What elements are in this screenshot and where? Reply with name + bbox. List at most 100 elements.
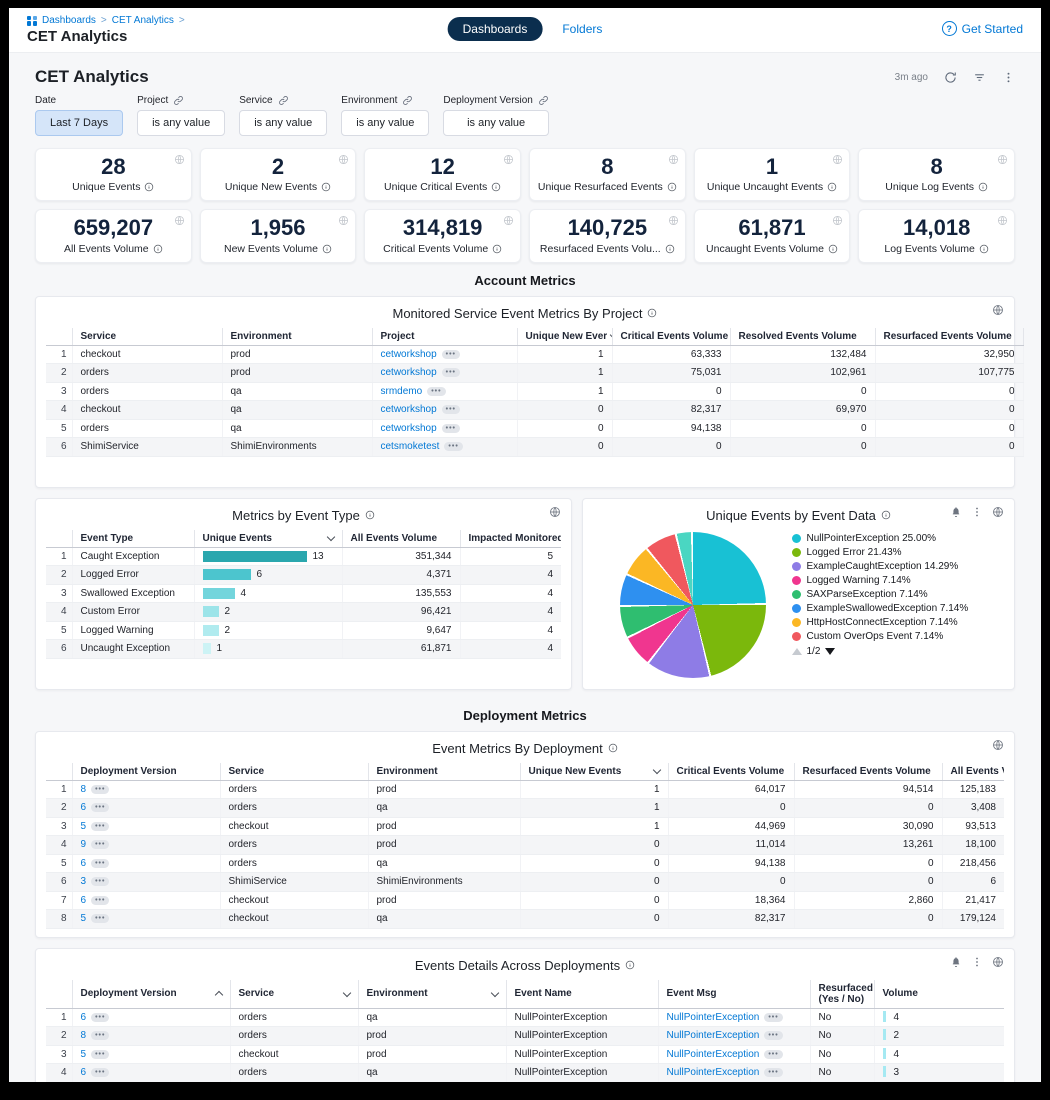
version-link[interactable]: 6 [81,1012,87,1023]
column-header[interactable]: All Events Volume [942,763,1004,781]
info-icon[interactable] [881,510,891,520]
column-header[interactable]: Deployment Version [72,980,230,1009]
ellipsis-badge[interactable]: ••• [442,350,460,359]
get-started-link[interactable]: ? Get Started [942,21,1023,36]
globe-icon[interactable] [668,154,679,165]
cell-link[interactable]: NullPointerException [667,1030,760,1041]
filter-value-service[interactable]: is any value [239,110,327,136]
ellipsis-badge[interactable]: ••• [91,896,109,905]
filter-value-deployment-version[interactable]: is any value [443,110,549,136]
globe-icon[interactable] [992,956,1004,968]
ellipsis-badge[interactable]: ••• [91,1068,109,1077]
globe-icon[interactable] [832,215,843,226]
info-icon[interactable] [625,960,635,970]
version-link[interactable]: 6 [81,1067,87,1078]
column-header[interactable]: Resurfaced Events Volume [875,328,1023,346]
globe-icon[interactable] [832,154,843,165]
globe-icon[interactable] [338,215,349,226]
cell-link[interactable]: cetworkshop [381,367,437,378]
column-header[interactable]: Deployment Version [72,763,220,781]
kebab-menu-icon[interactable] [971,506,983,518]
ellipsis-badge[interactable]: ••• [91,785,109,794]
breadcrumb-link[interactable]: CET Analytics [112,15,174,26]
column-header[interactable]: Event Type [72,530,194,548]
version-link[interactable]: 5 [81,913,87,924]
column-header[interactable]: Impacted Monitored Services [460,530,561,548]
ellipsis-badge[interactable]: ••• [442,368,460,377]
globe-icon[interactable] [668,215,679,226]
info-icon[interactable] [492,244,502,254]
version-link[interactable]: 6 [81,802,87,813]
breadcrumb-link[interactable]: Dashboards [42,15,96,26]
info-icon[interactable] [665,244,675,254]
bell-icon[interactable] [950,506,962,518]
cell-link[interactable]: cetworkshop [381,349,437,360]
ellipsis-badge[interactable]: ••• [91,1013,109,1022]
column-header[interactable]: Project [372,328,517,346]
bell-icon[interactable] [950,956,962,968]
legend-item[interactable]: NullPointerException 25.00% [792,532,978,545]
column-header[interactable]: Service [230,980,358,1009]
globe-icon[interactable] [174,154,185,165]
globe-icon[interactable] [338,154,349,165]
info-icon[interactable] [608,743,618,753]
legend-item[interactable]: HttpHostConnectException 7.14% [792,616,978,629]
version-link[interactable]: 3 [81,876,87,887]
column-header[interactable]: Resurfaced(Yes / No) [810,980,874,1009]
globe-icon[interactable] [992,506,1004,518]
ellipsis-badge[interactable]: ••• [91,840,109,849]
info-icon[interactable] [491,182,501,192]
version-link[interactable]: 5 [81,821,87,832]
cell-link[interactable]: NullPointerException [667,1067,760,1078]
ellipsis-badge[interactable]: ••• [764,1050,782,1059]
filter-value-project[interactable]: is any value [137,110,225,136]
kebab-menu-icon[interactable] [1002,71,1015,84]
ellipsis-badge[interactable]: ••• [427,387,445,396]
cell-link[interactable]: NullPointerException [667,1049,760,1060]
legend-item[interactable]: Logged Warning 7.14% [792,574,978,587]
column-header[interactable]: Critical Events Volume [612,328,730,346]
globe-icon[interactable] [992,739,1004,751]
column-header[interactable]: Resurfaced Events Volume [794,763,942,781]
filter-value-date[interactable]: Last 7 Days [35,110,123,136]
globe-icon[interactable] [503,215,514,226]
legend-item[interactable]: ExampleCaughtException 14.29% [792,560,978,573]
column-header[interactable]: Service [220,763,368,781]
info-icon[interactable] [365,510,375,520]
column-header[interactable]: Service [72,328,222,346]
ellipsis-badge[interactable]: ••• [91,822,109,831]
tab-dashboards[interactable]: Dashboards [448,17,543,41]
globe-icon[interactable] [997,154,1008,165]
column-header[interactable]: Unique New Ever [517,328,612,346]
legend-item[interactable]: Custom OverOps Event 7.14% [792,630,978,643]
column-header[interactable]: Unique New Events [520,763,668,781]
ellipsis-badge[interactable]: ••• [444,442,462,451]
page-down-icon[interactable] [825,648,835,655]
version-link[interactable]: 8 [81,1030,87,1041]
legend-item[interactable]: SAXParseException 7.14% [792,588,978,601]
column-header[interactable]: Event Name [506,980,658,1009]
globe-icon[interactable] [549,506,561,518]
legend-item[interactable]: ExampleSwallowedException 7.14% [792,602,978,615]
filter-icon[interactable] [973,71,986,84]
version-link[interactable]: 5 [81,1049,87,1060]
column-header[interactable]: Resolved Events Volume [730,328,875,346]
tab-folders[interactable]: Folders [562,22,602,36]
refresh-icon[interactable] [944,71,957,84]
globe-icon[interactable] [503,154,514,165]
column-header[interactable]: Volume [874,980,1004,1009]
globe-icon[interactable] [997,215,1008,226]
info-icon[interactable] [322,244,332,254]
column-header[interactable]: Environment [368,763,520,781]
info-icon[interactable] [827,182,837,192]
globe-icon[interactable] [992,304,1004,316]
column-header[interactable]: Event Msg [658,980,810,1009]
ellipsis-badge[interactable]: ••• [91,859,109,868]
legend-item[interactable]: Logged Error 21.43% [792,546,978,559]
info-icon[interactable] [321,182,331,192]
column-header[interactable]: All Events Volume [342,530,460,548]
globe-icon[interactable] [174,215,185,226]
column-header[interactable]: Unique Events [194,530,342,548]
ellipsis-badge[interactable]: ••• [764,1068,782,1077]
cell-link[interactable]: cetworkshop [381,404,437,415]
